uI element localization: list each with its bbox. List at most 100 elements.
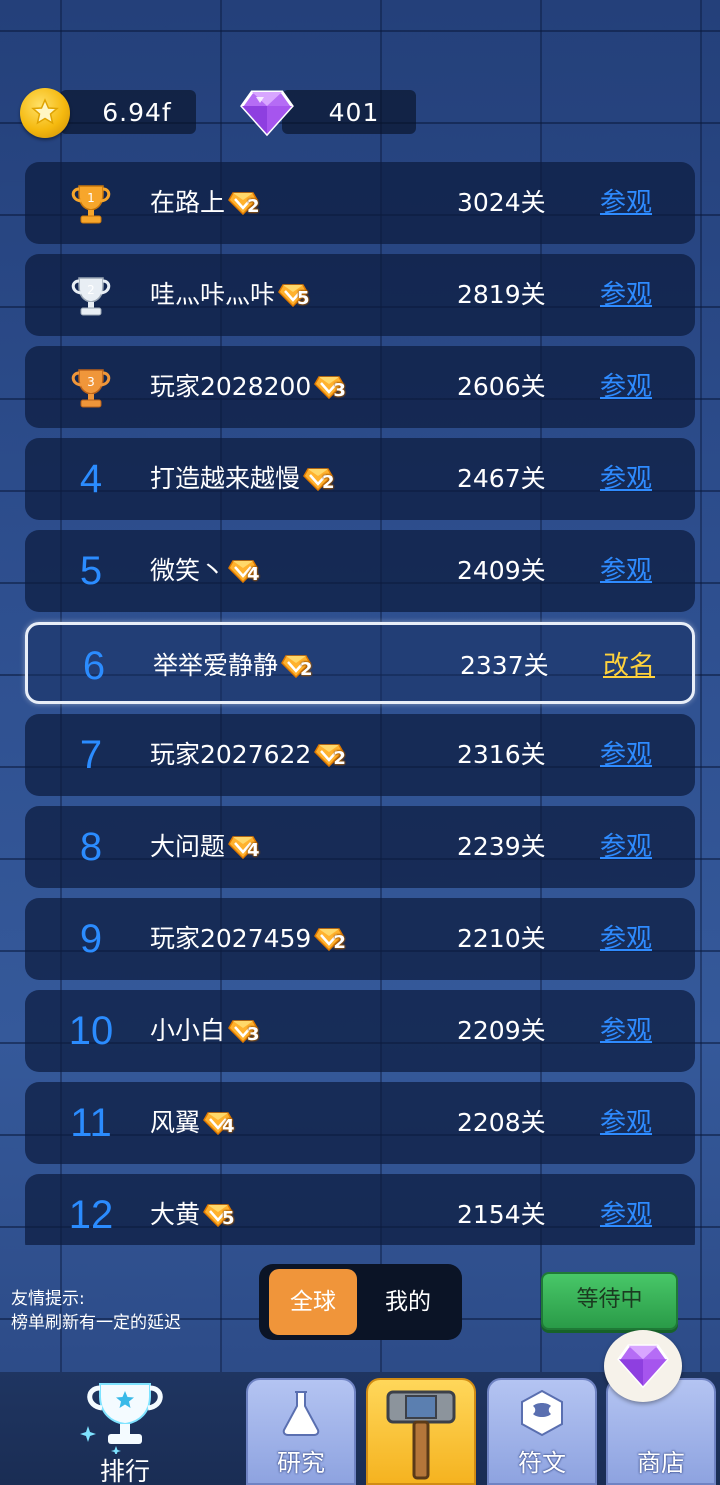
gem-amount: 401 — [328, 97, 380, 127]
visit-link[interactable]: 参观 — [600, 898, 652, 980]
player-name: 举举爱静静 2 — [153, 625, 317, 707]
player-name-text: 哇灬咔灬咔 — [150, 280, 276, 309]
tip-message: 榜单刷新有一定的延迟 — [11, 1313, 181, 1333]
player-level: 2409关 — [457, 556, 546, 585]
ranking-row: 6 举举爱静静 2 2337关 改名 — [25, 622, 695, 704]
vip-level: 5 — [222, 1208, 235, 1229]
player-name-text: 微笑丶 — [150, 556, 226, 585]
nav-rune-tab[interactable]: 符文 — [487, 1378, 597, 1485]
nav-shop-label: 商店 — [637, 1449, 685, 1477]
ranking-row: 8 大问题 4 2239关 参观 — [25, 806, 695, 888]
player-name: 微笑丶 4 — [150, 530, 264, 612]
player-name: 哇灬咔灬咔 5 — [150, 254, 314, 336]
player-name: 打造越来越慢 2 — [150, 438, 339, 520]
player-level: 2154关 — [457, 1200, 546, 1229]
ranking-row: 11 风翼 4 2208关 参观 — [25, 1082, 695, 1164]
ranking-list[interactable]: 1 在路上 2 3024关 参观 2 哇灬咔灬咔 5 2819关 参观 3 玩家… — [0, 160, 720, 1245]
trophy-nav-icon — [80, 1383, 163, 1454]
player-level: 2209关 — [457, 1016, 546, 1045]
player-name-text: 打造越来越慢 — [150, 464, 301, 493]
ranking-row: 1 在路上 2 3024关 参观 — [25, 162, 695, 244]
visit-link[interactable]: 参观 — [600, 990, 652, 1072]
rank-number: 6 — [82, 644, 106, 688]
rank-number: 9 — [79, 917, 103, 961]
player-name: 玩家2027622 2 — [150, 714, 350, 796]
vip-level: 2 — [333, 748, 346, 769]
vip-level: 5 — [297, 288, 310, 309]
vip-level: 2 — [300, 659, 313, 680]
vip-badge: 3 — [314, 373, 350, 401]
flask-icon — [282, 1391, 320, 1436]
silver-trophy-icon: 2 — [71, 277, 111, 316]
visit-link[interactable]: 参观 — [600, 162, 652, 244]
player-name-text: 玩家2027622 — [150, 740, 312, 769]
nav-rank-label: 排行 — [99, 1457, 150, 1485]
visit-link[interactable]: 参观 — [600, 806, 652, 888]
nav-rune-label: 符文 — [518, 1449, 566, 1477]
gold-trophy-icon: 1 — [71, 185, 111, 224]
nav-research-tab[interactable]: 研究 — [246, 1378, 356, 1485]
vip-level: 2 — [322, 472, 335, 493]
vip-badge: 4 — [228, 833, 264, 861]
gold-amount: 6.94f — [102, 97, 172, 127]
player-name: 大问题 4 — [150, 806, 264, 888]
purple-gem-icon — [240, 90, 294, 137]
nav-research-label: 研究 — [277, 1449, 325, 1477]
ranking-row: 4 打造越来越慢 2 2467关 参观 — [25, 438, 695, 520]
vip-badge: 3 — [228, 1017, 264, 1045]
ranking-row: 12 大黄 5 2154关 参观 — [25, 1174, 695, 1245]
vip-badge: 2 — [314, 925, 350, 953]
nav-forge-tab[interactable] — [366, 1378, 476, 1485]
ranking-row: 5 微笑丶 4 2409关 参观 — [25, 530, 695, 612]
rename-link[interactable]: 改名 — [603, 625, 655, 707]
hammer-icon — [386, 1390, 456, 1480]
vip-level: 4 — [247, 564, 260, 585]
gem-counter: 401 — [282, 90, 416, 134]
gold-coin-icon — [20, 88, 70, 138]
rank-number: 2 — [87, 283, 95, 297]
player-level: 2467关 — [457, 464, 546, 493]
shop-gem-bubble[interactable] — [604, 1330, 682, 1402]
visit-link[interactable]: 参观 — [600, 254, 652, 336]
vip-badge: 2 — [228, 189, 264, 217]
visit-link[interactable]: 参观 — [600, 346, 652, 428]
scope-mine-button[interactable]: 我的 — [364, 1269, 452, 1335]
visit-link[interactable]: 参观 — [600, 1082, 652, 1164]
vip-level: 3 — [247, 1024, 260, 1045]
rank-number: 4 — [79, 457, 103, 501]
player-name-text: 大黄 — [150, 1200, 201, 1229]
visit-link[interactable]: 参观 — [600, 714, 652, 796]
nav-rank-tab[interactable]: 排行 — [70, 1372, 180, 1485]
player-name: 玩家2027459 2 — [150, 898, 350, 980]
scope-global-button[interactable]: 全球 — [269, 1269, 357, 1335]
visit-link[interactable]: 参观 — [600, 438, 652, 520]
visit-link[interactable]: 参观 — [600, 1174, 652, 1245]
vip-badge: 2 — [281, 652, 317, 680]
vip-badge: 4 — [203, 1109, 239, 1137]
player-name-text: 小小白 — [150, 1016, 226, 1045]
rank-number: 12 — [68, 1193, 114, 1237]
vip-level: 3 — [333, 380, 346, 401]
player-level: 3024关 — [457, 188, 546, 217]
vip-badge: 4 — [228, 557, 264, 585]
vip-level: 4 — [222, 1116, 235, 1137]
player-name: 大黄 5 — [150, 1174, 239, 1245]
player-level: 2239关 — [457, 832, 546, 861]
ranking-row: 10 小小白 3 2209关 参观 — [25, 990, 695, 1072]
ranking-row: 9 玩家2027459 2 2210关 参观 — [25, 898, 695, 980]
vip-level: 2 — [247, 196, 260, 217]
ranking-row: 2 哇灬咔灬咔 5 2819关 参观 — [25, 254, 695, 336]
vip-badge: 2 — [314, 741, 350, 769]
vip-level: 2 — [333, 932, 346, 953]
waiting-status-button[interactable]: 等待中 — [541, 1272, 678, 1330]
rank-number: 3 — [87, 375, 95, 389]
player-name-text: 玩家2028200 — [150, 372, 312, 401]
player-name: 小小白 3 — [150, 990, 264, 1072]
rank-number: 5 — [79, 549, 103, 593]
ranking-row: 3 玩家2028200 3 2606关 参观 — [25, 346, 695, 428]
visit-link[interactable]: 参观 — [600, 530, 652, 612]
player-name-text: 举举爱静静 — [153, 651, 279, 680]
vip-badge: 5 — [278, 281, 314, 309]
gold-counter: 6.94f — [60, 90, 196, 134]
rank-number: 8 — [79, 825, 103, 869]
